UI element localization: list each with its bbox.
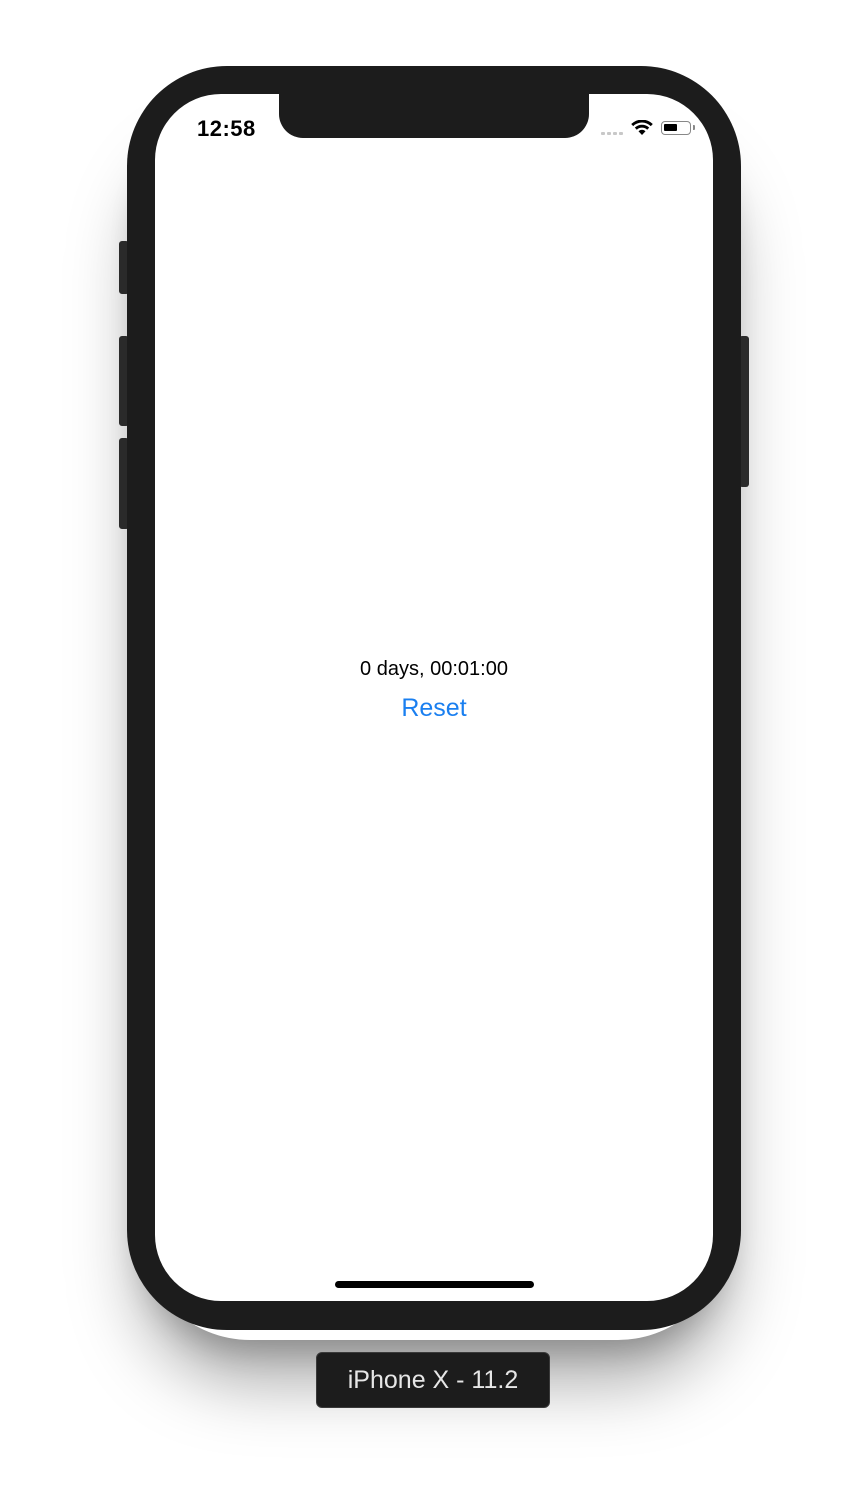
device-screen: 12:58 0 days, 00:01:00 Reset [155, 94, 713, 1301]
simulator-stage: 12:58 0 days, 00:01:00 Reset iPhone X - … [0, 0, 868, 1492]
status-icons [601, 118, 695, 138]
status-time: 12:58 [197, 116, 256, 141]
wifi-icon [631, 120, 653, 135]
battery-icon [661, 121, 695, 135]
device-label: iPhone X - 11.2 [316, 1352, 550, 1408]
reset-button[interactable]: Reset [401, 694, 466, 723]
elapsed-time-label: 0 days, 00:01:00 [360, 658, 508, 680]
main-content: 0 days, 00:01:00 Reset [155, 654, 713, 723]
signal-bars-icon [601, 121, 623, 135]
notch [279, 94, 589, 138]
home-indicator[interactable] [335, 1281, 534, 1288]
